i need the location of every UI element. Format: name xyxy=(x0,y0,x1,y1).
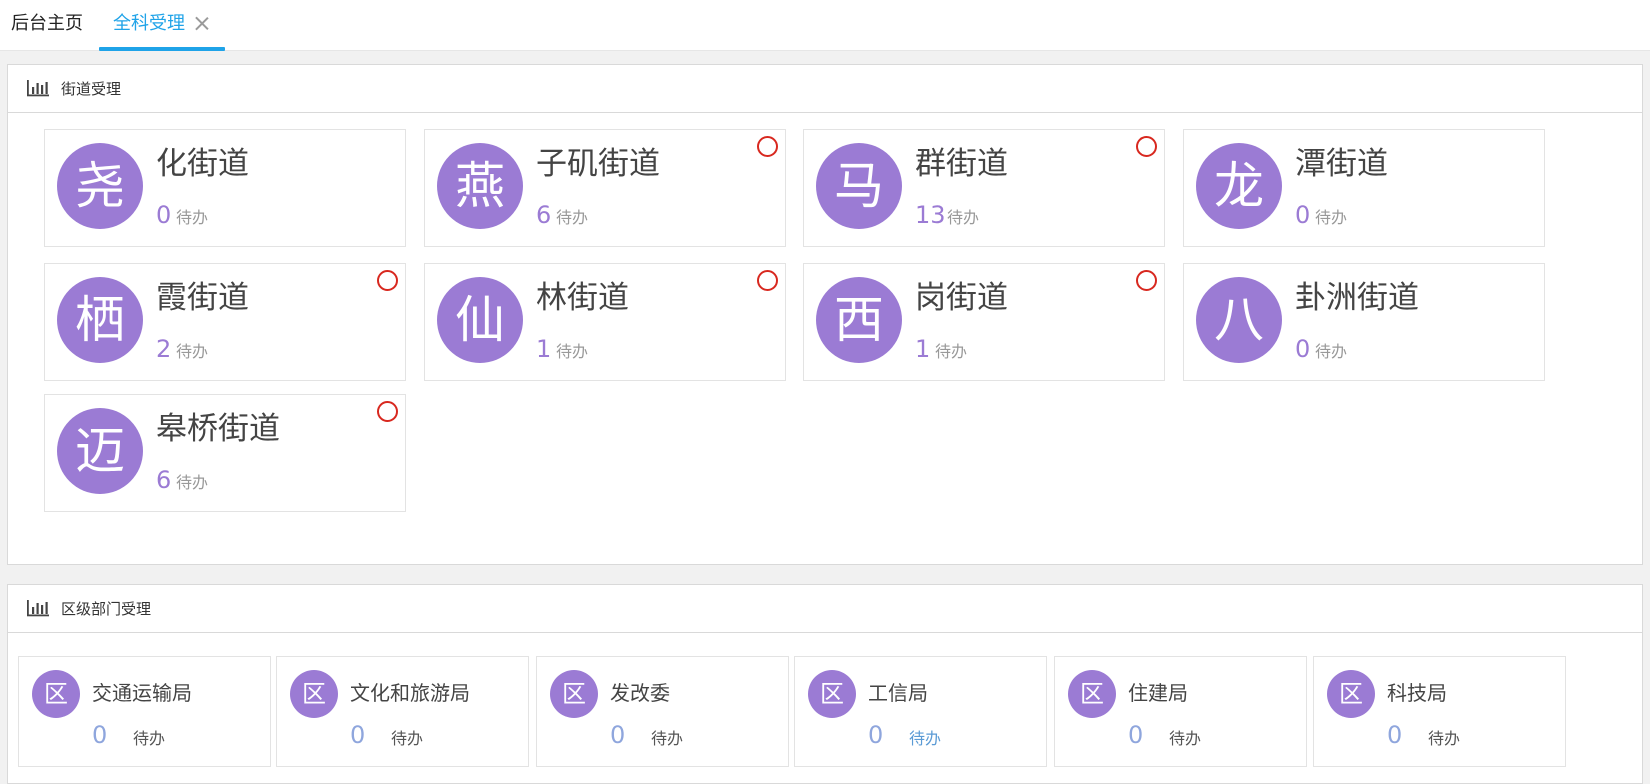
dept-avatar: 区 xyxy=(550,670,598,718)
active-tab-indicator xyxy=(99,47,225,51)
street-name: 潭街道 xyxy=(1295,146,1388,182)
dept-card[interactable]: 区住建局 0 待办 xyxy=(1054,656,1307,767)
dept-avatar: 区 xyxy=(808,670,856,718)
pending-label: 待办 xyxy=(1315,342,1348,361)
pending-count: 2 xyxy=(156,335,172,363)
pending-count: 0 xyxy=(1295,201,1311,229)
street-avatar: 马 xyxy=(816,143,902,229)
alert-ring-icon xyxy=(757,136,778,157)
tab-home[interactable]: 后台主页 xyxy=(11,0,83,51)
street-acceptance-panel: 街道受理 尧化街道 0 待办燕子矶街道 6 待办马群街道 13 待办龙潭街道 0 待办栖霞街道 2… xyxy=(7,64,1643,565)
dept-name: 发改委 xyxy=(610,681,670,705)
pending-count: 1 xyxy=(915,335,931,363)
street-card[interactable]: 燕子矶街道 6 待办 xyxy=(424,129,786,247)
street-card[interactable]: 迈皋桥街道 6 待办 xyxy=(44,394,406,512)
street-avatar: 西 xyxy=(816,277,902,363)
street-avatar: 仙 xyxy=(437,277,523,363)
pending-label: 待办 xyxy=(1428,729,1461,748)
pending-count: 0 xyxy=(1128,721,1144,749)
pending-count: 0 xyxy=(350,721,366,749)
alert-ring-icon xyxy=(1136,136,1157,157)
pending-label: 待办 xyxy=(1315,208,1348,227)
bar-chart-icon xyxy=(27,600,49,617)
pending-count: 1 xyxy=(536,335,552,363)
pending-count: 0 xyxy=(610,721,626,749)
dept-avatar: 区 xyxy=(32,670,80,718)
street-card[interactable]: 八卦洲街道 0 待办 xyxy=(1183,263,1545,381)
dept-name: 交通运输局 xyxy=(92,681,192,705)
pending-count: 0 xyxy=(92,721,108,749)
pending-count: 0 xyxy=(1387,721,1403,749)
street-avatar: 八 xyxy=(1196,277,1282,363)
pending-label: 待办 xyxy=(176,208,209,227)
bar-chart-icon xyxy=(27,80,49,97)
street-avatar: 迈 xyxy=(57,408,143,494)
dept-name: 文化和旅游局 xyxy=(350,681,470,705)
street-name: 皋桥街道 xyxy=(156,411,280,447)
pending-label: 待办 xyxy=(947,208,980,227)
street-card[interactable]: 西岗街道 1 待办 xyxy=(803,263,1165,381)
dept-card[interactable]: 区工信局 0 待办 xyxy=(794,656,1047,767)
pending-label: 待办 xyxy=(176,342,209,361)
dept-avatar: 区 xyxy=(1068,670,1116,718)
pending-count: 6 xyxy=(156,466,172,494)
pending-label: 待办 xyxy=(556,342,589,361)
street-name: 岗街道 xyxy=(915,280,1008,316)
dept-card[interactable]: 区科技局 0 待办 xyxy=(1313,656,1566,767)
pending-label[interactable]: 待办 xyxy=(909,729,941,749)
street-panel-title: 街道受理 xyxy=(61,80,122,98)
dept-avatar: 区 xyxy=(1327,670,1375,718)
street-panel-header: 街道受理 xyxy=(8,65,1642,113)
alert-ring-icon xyxy=(377,270,398,291)
street-name: 群街道 xyxy=(915,146,1008,182)
street-card[interactable]: 栖霞街道 2 待办 xyxy=(44,263,406,381)
street-name: 子矶街道 xyxy=(536,146,660,182)
pending-label: 待办 xyxy=(556,208,589,227)
pending-count: 0 xyxy=(156,201,172,229)
street-avatar: 栖 xyxy=(57,277,143,363)
dept-name: 科技局 xyxy=(1387,681,1447,705)
dept-panel-header: 区级部门受理 xyxy=(8,585,1642,633)
dept-name: 工信局 xyxy=(868,681,928,705)
pending-label: 待办 xyxy=(651,729,684,748)
pending-label: 待办 xyxy=(133,729,166,748)
street-name: 化街道 xyxy=(156,146,249,182)
tab-bar: 后台主页 全科受理 xyxy=(0,0,1650,51)
pending-label: 待办 xyxy=(1169,729,1202,748)
tab-general-acceptance[interactable]: 全科受理 xyxy=(99,0,225,51)
pending-label: 待办 xyxy=(935,342,968,361)
pending-label: 待办 xyxy=(176,473,209,492)
pending-label: 待办 xyxy=(391,729,424,748)
dept-card[interactable]: 区发改委 0 待办 xyxy=(536,656,789,767)
dept-card[interactable]: 区文化和旅游局 0 待办 xyxy=(276,656,529,767)
street-card[interactable]: 仙林街道 1 待办 xyxy=(424,263,786,381)
close-icon[interactable] xyxy=(194,15,210,31)
street-name: 霞街道 xyxy=(156,280,249,316)
pending-count: 0 xyxy=(868,721,884,749)
street-card[interactable]: 尧化街道 0 待办 xyxy=(44,129,406,247)
street-card[interactable]: 龙潭街道 0 待办 xyxy=(1183,129,1545,247)
street-name: 林街道 xyxy=(536,280,629,316)
alert-ring-icon xyxy=(377,401,398,422)
street-card[interactable]: 马群街道 13 待办 xyxy=(803,129,1165,247)
pending-count: 6 xyxy=(536,201,552,229)
street-avatar: 燕 xyxy=(437,143,523,229)
street-avatar: 龙 xyxy=(1196,143,1282,229)
dept-name: 住建局 xyxy=(1128,681,1188,705)
pending-count: 0 xyxy=(1295,335,1311,363)
dept-card[interactable]: 区交通运输局 0 待办 xyxy=(18,656,271,767)
tab-general-acceptance-label: 全科受理 xyxy=(113,13,185,34)
alert-ring-icon xyxy=(757,270,778,291)
street-name: 卦洲街道 xyxy=(1295,280,1419,316)
alert-ring-icon xyxy=(1136,270,1157,291)
street-avatar: 尧 xyxy=(57,143,143,229)
pending-count: 13 xyxy=(915,201,946,229)
district-department-panel: 区级部门受理 区交通运输局 0 待办区文化和旅游局 0 待办区发改委 0 待办区工信局 0 待办… xyxy=(7,584,1643,784)
dept-panel-title: 区级部门受理 xyxy=(61,600,152,618)
dept-avatar: 区 xyxy=(290,670,338,718)
